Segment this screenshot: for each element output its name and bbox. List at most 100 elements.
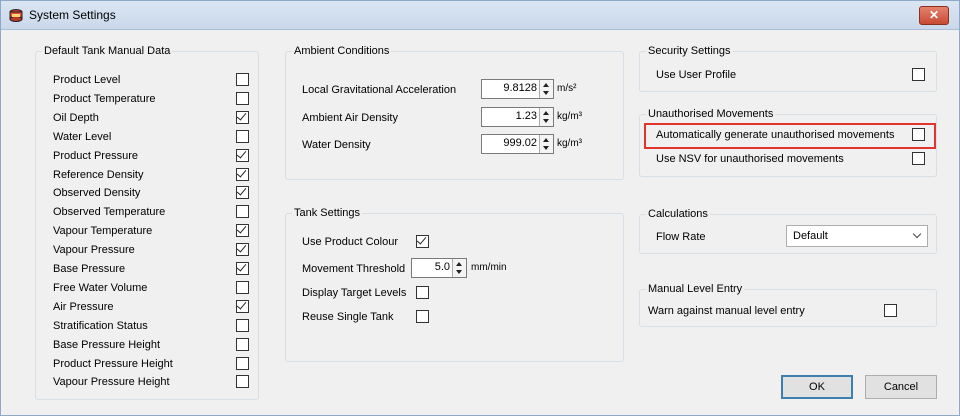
tank-manual-item-checkbox[interactable] — [236, 318, 249, 332]
tank-manual-item-label: Vapour Temperature — [53, 225, 153, 238]
tank-manual-item-label: Stratification Status — [53, 319, 148, 332]
dialog-client: Default Tank Manual Data Product Level Pr… — [7, 34, 951, 408]
tank-manual-item-label: Free Water Volume — [53, 281, 148, 294]
display-target-levels-checkbox[interactable] — [416, 286, 429, 299]
reuse-single-tank-label: Reuse Single Tank — [302, 311, 394, 323]
flow-rate-select[interactable]: Default — [786, 225, 928, 247]
water-density-value: 999.02 — [503, 137, 537, 149]
check-mark-icon — [236, 148, 247, 159]
tank-manual-item-label: Product Temperature — [53, 92, 156, 105]
tank-manual-item-checkbox[interactable] — [236, 375, 249, 389]
use-product-colour-checkbox[interactable] — [416, 234, 429, 248]
tank-manual-item-checkbox[interactable] — [236, 280, 249, 294]
use-user-profile-label: Use User Profile — [656, 69, 737, 81]
tank-manual-item-label: Product Level — [53, 74, 121, 86]
water-density-unit: kg/m³ — [557, 138, 582, 149]
water-density-spinner[interactable]: 999.02 — [481, 134, 554, 154]
tank-manual-item-checkbox[interactable] — [236, 166, 249, 181]
water-density-label: Water Density — [302, 139, 371, 151]
warn-manual-level-label: Warn against manual level entry — [648, 305, 805, 317]
movement-threshold-unit: mm/min — [471, 262, 507, 273]
air-density-value: 1.23 — [515, 110, 537, 122]
gravity-unit: m/s² — [557, 83, 577, 94]
spin-down-icon[interactable] — [543, 119, 549, 123]
manual-level-entry-title: Manual Level Entry — [646, 283, 745, 295]
window-title: System Settings — [29, 8, 116, 22]
use-nsv-checkbox[interactable] — [912, 152, 925, 165]
gravity-value: 9.8128 — [503, 82, 537, 94]
reuse-single-tank-checkbox[interactable] — [416, 310, 429, 323]
check-mark-icon — [416, 234, 427, 245]
tank-settings-title: Tank Settings — [292, 207, 363, 219]
title-bar: System Settings ✕ — [1, 1, 959, 30]
tank-manual-item-checkbox[interactable] — [236, 185, 249, 200]
tank-manual-item-label: Observed Density — [53, 187, 141, 200]
tank-manual-data-group: Default Tank Manual Data Product Level Pr… — [35, 45, 259, 400]
check-mark-icon — [236, 223, 247, 234]
check-mark-icon — [236, 299, 247, 310]
gravity-spinner[interactable]: 9.8128 — [481, 79, 554, 99]
display-target-levels-label: Display Target Levels — [302, 287, 407, 299]
check-mark-icon — [236, 110, 247, 121]
app-tank-icon — [9, 9, 23, 22]
air-density-spinner[interactable]: 1.23 — [481, 107, 554, 127]
flow-rate-value: Default — [793, 230, 828, 242]
check-mark-icon — [236, 166, 247, 178]
tank-manual-item-label: Observed Temperature — [53, 206, 166, 219]
ok-button[interactable]: OK — [781, 375, 853, 399]
spin-down-icon[interactable] — [543, 91, 549, 95]
tank-manual-item-checkbox[interactable] — [236, 205, 249, 219]
chevron-down-icon — [912, 229, 922, 239]
tank-manual-item-checkbox[interactable] — [236, 73, 249, 86]
tank-manual-item-checkbox[interactable] — [236, 261, 249, 275]
tank-manual-item-checkbox[interactable] — [236, 242, 249, 257]
unauthorised-movements-group: Unauthorised Movements Automatically gen… — [639, 108, 937, 177]
spin-up-icon[interactable] — [456, 262, 462, 266]
tank-manual-item-label: Product Pressure Height — [53, 357, 173, 370]
tank-manual-item-label: Oil Depth — [53, 111, 99, 124]
tank-manual-item-label: Base Pressure — [53, 263, 126, 275]
warn-manual-level-checkbox[interactable] — [884, 304, 897, 317]
tank-manual-data-title: Default Tank Manual Data — [42, 45, 173, 57]
spin-down-icon[interactable] — [456, 270, 462, 274]
system-settings-window: System Settings ✕ Default Tank Manual Da… — [0, 0, 960, 416]
close-button[interactable]: ✕ — [919, 6, 949, 25]
tank-manual-item-checkbox[interactable] — [236, 299, 249, 313]
cancel-button[interactable]: Cancel — [865, 375, 937, 399]
spin-up-icon[interactable] — [543, 138, 549, 142]
spin-down-icon[interactable] — [543, 146, 549, 150]
calculations-group: Calculations Flow Rate Default — [639, 208, 937, 254]
tank-manual-item-checkbox[interactable] — [236, 337, 249, 351]
movement-threshold-value: 5.0 — [434, 261, 450, 273]
ambient-conditions-group: Ambient Conditions Local Gravitational A… — [285, 45, 624, 180]
auto-generate-label: Automatically generate unauthorised move… — [656, 129, 895, 141]
spin-up-icon[interactable] — [543, 83, 549, 87]
movement-threshold-spinner[interactable]: 5.0 — [411, 258, 467, 278]
tank-manual-item-label: Product Pressure — [53, 149, 138, 162]
use-user-profile-checkbox[interactable] — [912, 68, 925, 81]
security-settings-title: Security Settings — [646, 45, 733, 57]
tank-manual-item-checkbox[interactable] — [236, 110, 249, 124]
tank-manual-item-checkbox[interactable] — [236, 91, 249, 105]
spin-up-icon[interactable] — [543, 111, 549, 115]
auto-generate-checkbox[interactable] — [912, 128, 925, 141]
tank-manual-item-checkbox[interactable] — [236, 356, 249, 370]
tank-manual-item-label: Vapour Pressure — [53, 244, 135, 257]
tank-manual-item-label: Base Pressure Height — [53, 338, 160, 351]
air-density-unit: kg/m³ — [557, 111, 582, 122]
tank-manual-item-label: Reference Density — [53, 168, 144, 181]
gravity-label: Local Gravitational Acceleration — [302, 84, 457, 96]
use-product-colour-label: Use Product Colour — [302, 236, 398, 248]
tank-manual-item-checkbox[interactable] — [236, 223, 249, 238]
tank-settings-group: Tank Settings Use Product Colour Movemen… — [285, 207, 624, 362]
tank-manual-item-label: Air Pressure — [53, 300, 114, 313]
tank-manual-item-label: Water Level — [53, 130, 112, 143]
ambient-conditions-title: Ambient Conditions — [292, 45, 392, 57]
check-mark-icon — [236, 242, 247, 253]
flow-rate-label: Flow Rate — [656, 231, 706, 243]
tank-manual-item-checkbox[interactable] — [236, 148, 249, 162]
calculations-title: Calculations — [646, 208, 710, 220]
tank-manual-item-checkbox[interactable] — [236, 129, 249, 143]
tank-manual-item-label: Vapour Pressure Height — [53, 376, 170, 389]
security-settings-group: Security Settings Use User Profile — [639, 45, 937, 92]
